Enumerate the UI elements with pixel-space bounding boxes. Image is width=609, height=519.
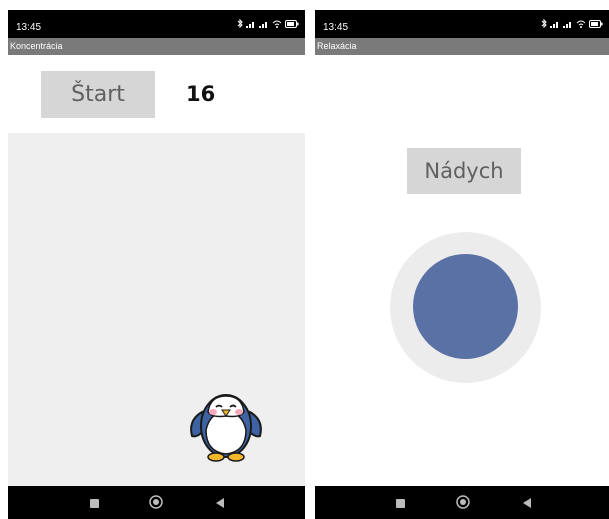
app-title-bar: Koncentrácia	[8, 38, 305, 55]
status-icons	[237, 19, 299, 28]
status-time: 13:45	[323, 22, 349, 33]
signal-icon	[259, 21, 267, 28]
home-icon[interactable]	[456, 495, 470, 509]
penguin-icon[interactable]	[188, 382, 264, 464]
back-icon[interactable]	[216, 498, 224, 508]
breathing-circle	[413, 254, 518, 359]
phone-screen-relaxation: 13:45 Relaxácia Nádych	[315, 0, 609, 519]
recents-icon[interactable]	[90, 499, 99, 508]
bluetooth-icon	[237, 19, 243, 28]
recents-icon[interactable]	[396, 499, 405, 508]
wifi-icon	[576, 20, 586, 28]
signal-icon	[563, 21, 571, 28]
battery-icon	[589, 19, 603, 28]
game-area[interactable]	[8, 133, 305, 486]
navigation-bar	[315, 486, 609, 519]
score-counter: 16	[186, 82, 216, 106]
navigation-bar	[8, 486, 305, 519]
app-title: Koncentrácia	[10, 41, 63, 51]
bluetooth-icon	[541, 19, 547, 28]
phone-screen-concentration: 13:45 Koncentrácia Štart 16	[8, 0, 305, 519]
signal-icon	[246, 21, 254, 28]
battery-icon	[285, 19, 299, 28]
status-bar: 13:45	[8, 10, 305, 38]
start-button[interactable]: Štart	[41, 71, 155, 118]
back-icon[interactable]	[523, 498, 531, 508]
status-time: 13:45	[16, 22, 42, 33]
app-title-bar: Relaxácia	[315, 38, 609, 55]
inhale-button[interactable]: Nádych	[407, 148, 521, 194]
wifi-icon	[272, 20, 282, 28]
home-icon[interactable]	[149, 495, 163, 509]
status-bar: 13:45	[315, 10, 609, 38]
signal-icon	[550, 21, 558, 28]
app-title: Relaxácia	[317, 41, 357, 51]
status-icons	[541, 19, 603, 28]
